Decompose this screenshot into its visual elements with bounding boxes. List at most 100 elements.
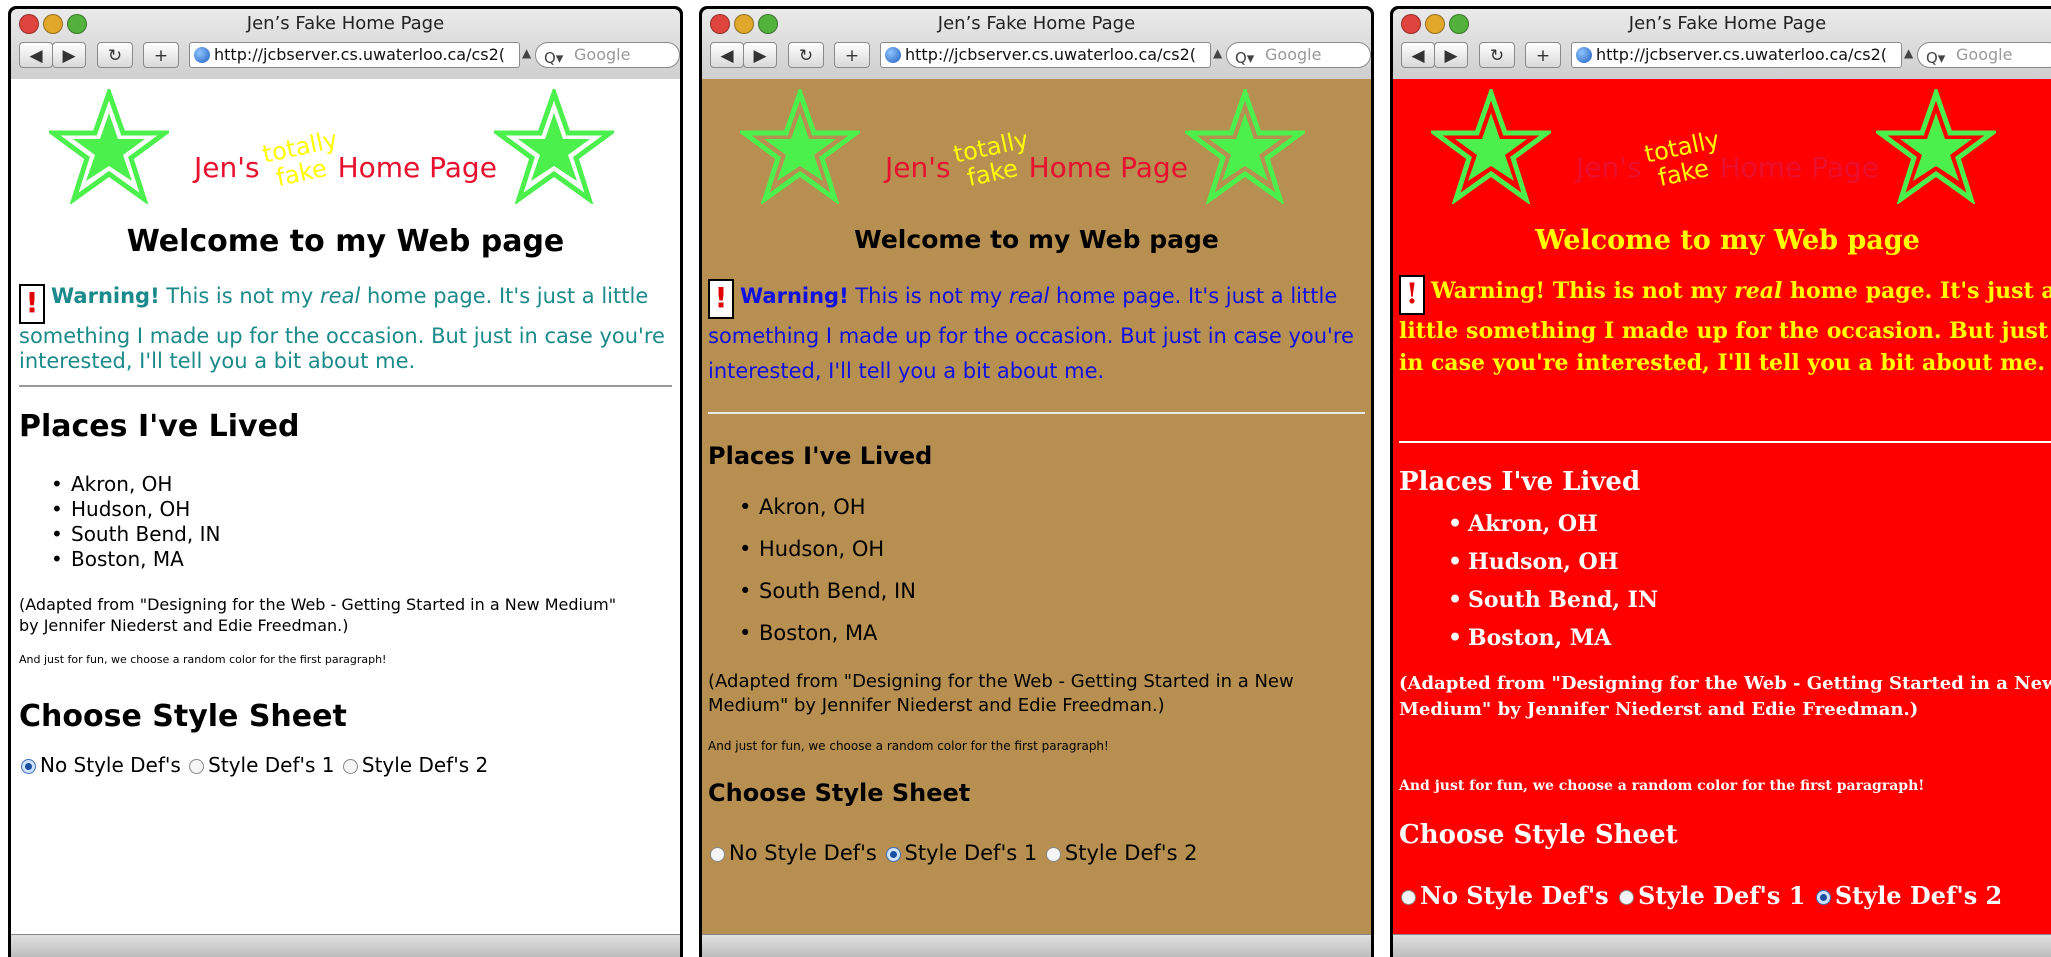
search-icon: Q▾ [1235, 49, 1255, 67]
list-item: Boston, MA [1448, 619, 1658, 657]
list-item: Akron, OH [51, 472, 220, 497]
status-bar [1393, 934, 2051, 957]
forward-button[interactable]: ▶ [743, 42, 777, 68]
radio-label: No Style Def's [1420, 881, 1609, 910]
title-bar: Jen’s Fake Home Page ◀ ▶ ↻ + http://jcbs… [1393, 9, 2051, 80]
radio-no-style[interactable] [21, 759, 36, 774]
forward-button[interactable]: ▶ [52, 42, 86, 68]
window-title: Jen’s Fake Home Page [1628, 13, 1827, 34]
browser-window-style-1: Jen’s Fake Home Page ◀ ▶ ↻ + http://jcbs… [699, 6, 1374, 957]
warning-text: This is not my [166, 284, 314, 308]
title-bar: Jen’s Fake Home Page ◀ ▶ ↻ + http://jcbs… [11, 9, 680, 80]
banner: Jen's totally fake Home Page [11, 89, 680, 209]
style-sheet-radios: No Style Def's Style Def's 1 Style Def's… [1399, 881, 2002, 910]
list-item: Hudson, OH [739, 528, 916, 570]
reload-button[interactable]: ↻ [788, 42, 824, 68]
forward-button[interactable]: ▶ [1434, 42, 1468, 68]
adapted-note: (Adapted from "Designing for the Web - G… [1399, 673, 2051, 720]
radio-label: Style Def's 2 [1834, 881, 2003, 910]
style-sheet-radios: No Style Def's Style Def's 1 Style Def's… [19, 753, 488, 777]
title-bar: Jen’s Fake Home Page ◀ ▶ ↻ + http://jcbs… [702, 9, 1371, 80]
places-list: Akron, OH Hudson, OH South Bend, IN Bost… [1448, 505, 1658, 657]
search-placeholder: Google [1956, 45, 2013, 64]
banner-home-page: Home Page [1719, 151, 1879, 184]
search-field[interactable]: Q▾ Google [535, 42, 680, 68]
choose-heading: Choose Style Sheet [1399, 820, 1678, 850]
exclamation-icon: ! [19, 284, 45, 324]
radio-style-1[interactable] [1619, 890, 1635, 905]
banner: Jen's totally fake Home Page [702, 89, 1371, 209]
window-title: Jen’s Fake Home Page [246, 13, 445, 34]
address-text: http://jcbserver.cs.uwaterloo.ca/cs2( [214, 45, 505, 64]
style-sheet-radios: No Style Def's Style Def's 1 Style Def's… [708, 841, 1198, 865]
banner-totally-fake: totally fake [259, 125, 339, 192]
search-field[interactable]: Q▾ Google [1917, 42, 2051, 68]
radio-no-style[interactable] [710, 846, 725, 862]
fun-note: And just for fun, we choose a random col… [708, 739, 1109, 753]
warning-label: Warning! [51, 284, 160, 308]
radio-style-2[interactable] [1815, 890, 1831, 905]
search-icon: Q▾ [544, 49, 564, 67]
fun-note: And just for fun, we choose a random col… [19, 653, 387, 666]
exclamation-icon: ! [708, 279, 734, 319]
url-dropdown-icon[interactable]: ▲ [1213, 46, 1222, 60]
warning-paragraph: ! Warning! This is not my real home page.… [19, 284, 670, 374]
search-icon: Q▾ [1926, 49, 1946, 67]
address-bar[interactable]: http://jcbserver.cs.uwaterloo.ca/cs2( [1571, 42, 1902, 68]
choose-heading: Choose Style Sheet [708, 779, 971, 807]
warning-label: Warning! [740, 284, 849, 308]
list-item: Hudson, OH [1448, 543, 1658, 581]
warning-paragraph: ! Warning! This is not my real home page.… [1399, 275, 2051, 379]
back-button[interactable]: ◀ [1401, 42, 1435, 68]
radio-no-style[interactable] [1401, 890, 1416, 905]
add-bookmark-button[interactable]: + [834, 42, 870, 68]
places-heading: Places I've Lived [1399, 467, 1641, 497]
search-field[interactable]: Q▾ Google [1226, 42, 1371, 68]
warning-label: Warning! [1431, 278, 1546, 304]
radio-label: Style Def's 2 [361, 753, 489, 777]
url-dropdown-icon[interactable]: ▲ [1904, 46, 1913, 60]
page-title: Welcome to my Web page [854, 225, 1219, 254]
radio-style-2[interactable] [342, 759, 358, 774]
banner-text: Jen's totally fake Home Page [1393, 125, 2051, 192]
banner-jens: Jen's [885, 151, 951, 184]
search-placeholder: Google [1265, 45, 1322, 64]
address-bar[interactable]: http://jcbserver.cs.uwaterloo.ca/cs2( [880, 42, 1211, 68]
divider [19, 385, 672, 387]
add-bookmark-button[interactable]: + [143, 42, 179, 68]
browser-toolbar: ◀ ▶ ↻ + http://jcbserver.cs.uwaterloo.ca… [19, 42, 680, 70]
url-dropdown-icon[interactable]: ▲ [522, 46, 531, 60]
exclamation-icon: ! [1399, 275, 1425, 315]
banner-home-page: Home Page [337, 151, 497, 184]
page-title: Welcome to my Web page [1535, 225, 1920, 256]
radio-label: Style Def's 1 [904, 841, 1038, 865]
list-item: Hudson, OH [51, 497, 220, 522]
reload-button[interactable]: ↻ [1479, 42, 1515, 68]
globe-icon [1576, 47, 1592, 63]
back-button[interactable]: ◀ [710, 42, 744, 68]
adapted-note: (Adapted from "Designing for the Web - G… [19, 595, 617, 635]
list-item: Boston, MA [739, 612, 916, 654]
status-bar [11, 934, 680, 957]
add-bookmark-button[interactable]: + [1525, 42, 1561, 68]
places-heading: Places I've Lived [19, 409, 300, 444]
banner-jens: Jen's [1576, 151, 1642, 184]
back-button[interactable]: ◀ [19, 42, 53, 68]
warning-emphasis: real [1009, 284, 1050, 308]
page-content: Jen's totally fake Home Page Welcome to my … [11, 79, 680, 935]
radio-style-2[interactable] [1045, 846, 1061, 862]
page-title: Welcome to my Web page [126, 224, 565, 259]
warning-paragraph: ! Warning! This is not my real home page.… [708, 279, 1363, 389]
address-bar[interactable]: http://jcbserver.cs.uwaterloo.ca/cs2( [189, 42, 520, 68]
reload-button[interactable]: ↻ [97, 42, 133, 68]
radio-label: Style Def's 1 [208, 753, 335, 777]
choose-heading: Choose Style Sheet [19, 699, 347, 734]
radio-style-1[interactable] [189, 759, 205, 774]
banner-totally-fake: totally fake [1641, 125, 1721, 192]
browser-window-default: Jen’s Fake Home Page ◀ ▶ ↻ + http://jcbs… [8, 6, 683, 957]
radio-style-1[interactable] [885, 846, 901, 862]
divider [1399, 441, 2051, 443]
list-item: Akron, OH [1448, 505, 1658, 543]
banner-home-page: Home Page [1028, 151, 1188, 184]
window-title: Jen’s Fake Home Page [937, 13, 1136, 34]
